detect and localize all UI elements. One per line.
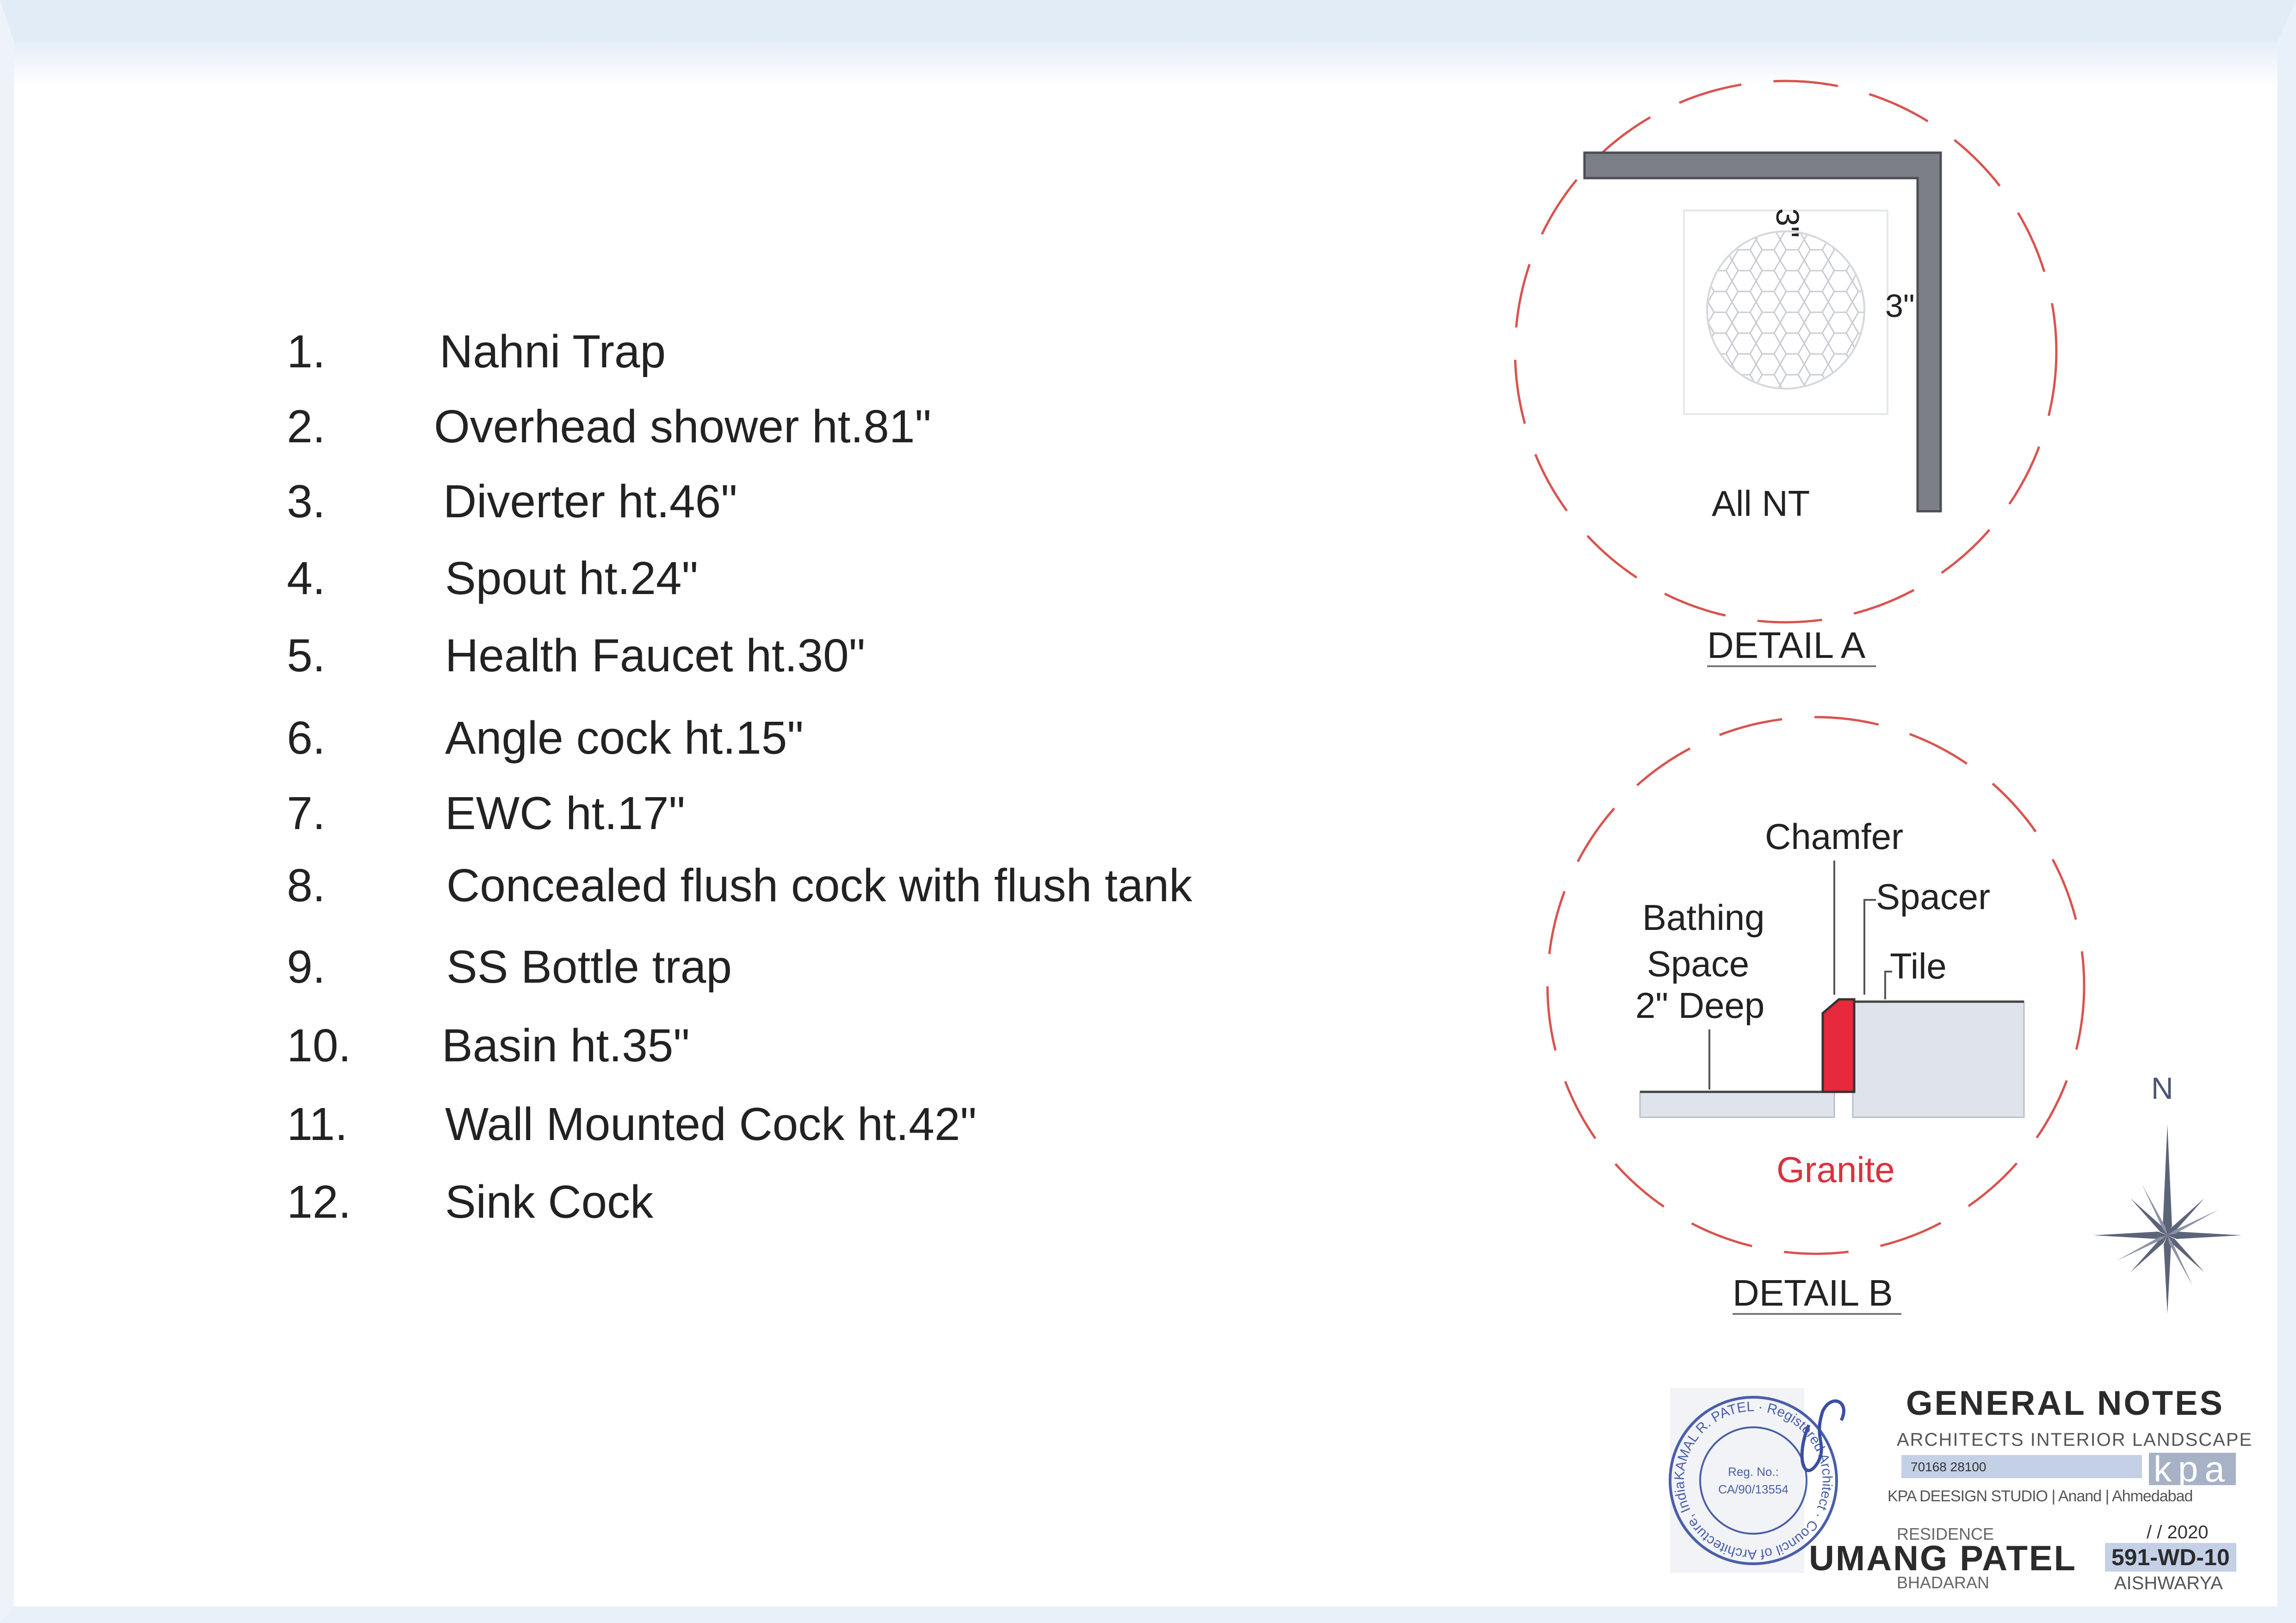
kpa-logo: kpa <box>2149 1451 2236 1487</box>
granite-chamfer-edge <box>1821 998 1856 1093</box>
tile-step <box>1852 1001 2025 1118</box>
project-location: BHADARAN <box>1897 1573 1990 1592</box>
studio-name: KPA DEESIGN STUDIO | Anand | Ahmedabad <box>1888 1487 2193 1505</box>
spacer-leader <box>1863 899 1876 995</box>
detail-a: 3" 3" All NT DETAIL A <box>1514 80 2058 667</box>
spacer-label: Spacer <box>1876 876 1990 917</box>
title-block: KAMAL R. PATEL · Registered Architect · … <box>1656 1383 2262 1601</box>
client-name: UMANG PATEL <box>1809 1539 2077 1578</box>
sheet-date: / / 2020 <box>2147 1522 2209 1542</box>
phone-number: 70168 28100 <box>1911 1460 1987 1474</box>
compass-star-icon <box>2093 1124 2241 1314</box>
bathing-space-floor <box>1639 1091 1835 1118</box>
drawn-by: AISHWARYA <box>2114 1573 2223 1593</box>
north-arrow: N <box>2093 1071 2241 1314</box>
phone-bar: 70168 28100 <box>1901 1455 2142 1478</box>
nahni-trap-grating <box>1706 230 1865 390</box>
north-label: N <box>2151 1071 2173 1105</box>
tile-label: Tile <box>1890 946 1947 986</box>
drawing-canvas: 3" 3" All NT DETAIL A Chamfer Spacer Til… <box>1514 80 2241 1315</box>
sheet-heading: GENERAL NOTES <box>1906 1384 2224 1422</box>
stamp-reg-no: CA/90/13554 <box>1718 1482 1789 1496</box>
detail-b: Chamfer Spacer Tile Bathing Space 2" Dee… <box>1546 716 2086 1315</box>
firm-disciplines: ARCHITECTS INTERIOR LANDSCAPE <box>1897 1430 2253 1450</box>
bathing-label-line3: 2" Deep <box>1635 985 1764 1026</box>
chamfer-label: Chamfer <box>1765 816 1903 857</box>
bathing-label-line2: Space <box>1647 943 1749 984</box>
granite-label: Granite <box>1776 1149 1895 1190</box>
detail-a-dim-right: 3" <box>1885 288 1915 324</box>
detail-a-title: DETAIL A <box>1707 625 1866 666</box>
stamp-reg-label: Reg. No.: <box>1728 1465 1779 1479</box>
sheet-number: 591-WD-10 <box>2105 1543 2236 1572</box>
detail-a-dim-top: 3" <box>1770 208 1806 238</box>
detail-b-title: DETAIL B <box>1733 1272 1893 1313</box>
bathing-label-line1: Bathing <box>1642 897 1765 938</box>
detail-a-note: All NT <box>1712 483 1810 524</box>
